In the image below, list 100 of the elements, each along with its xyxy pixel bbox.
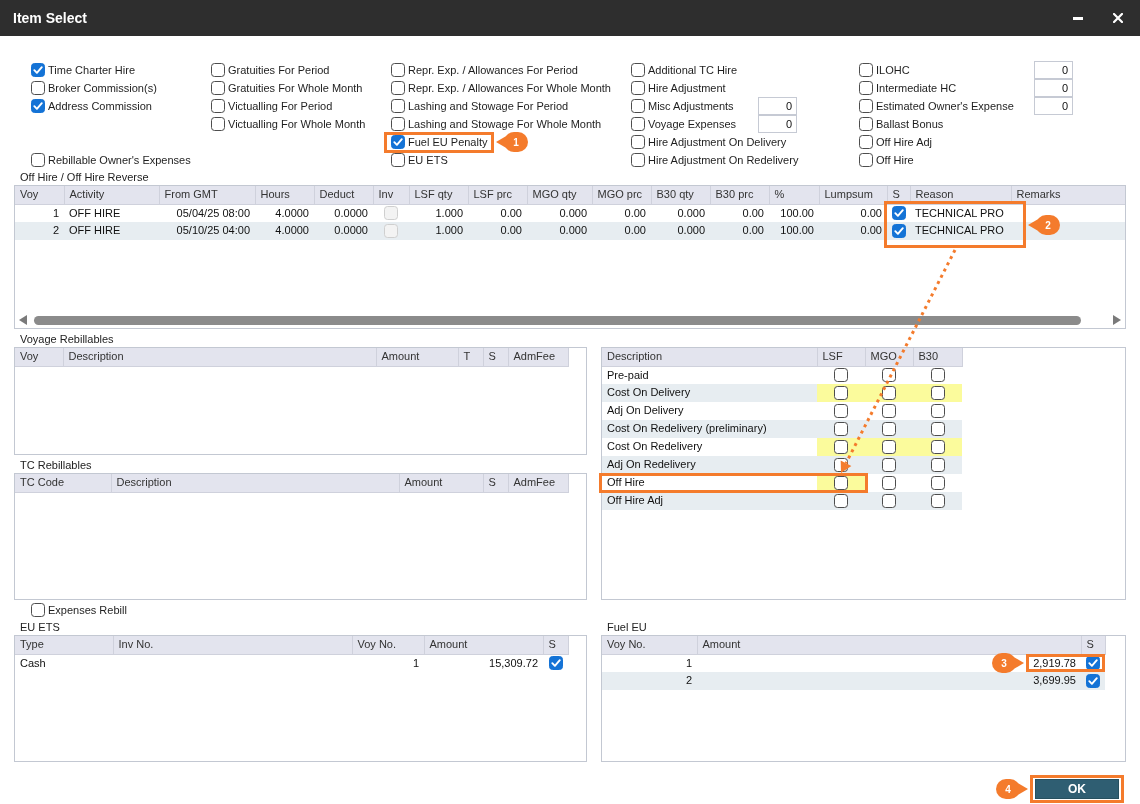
number-field[interactable]: 0 <box>758 97 797 115</box>
checkbox[interactable] <box>211 81 225 95</box>
table-cell: Cost On Redelivery <box>602 438 817 456</box>
column-header: B30 prc <box>710 186 769 204</box>
checkbox[interactable] <box>631 63 645 77</box>
table-cell: 0.0000 <box>314 222 373 240</box>
checkbox[interactable] <box>930 440 945 454</box>
ok-button[interactable]: OK <box>1035 779 1119 799</box>
scroll-left-icon[interactable] <box>19 315 27 325</box>
number-field[interactable]: 0 <box>758 115 797 133</box>
step-callout: 1 <box>496 131 529 153</box>
checkbox[interactable] <box>631 117 645 131</box>
checkbox[interactable] <box>859 135 873 149</box>
minimize-icon <box>1073 16 1083 20</box>
checkbox[interactable] <box>834 368 848 383</box>
checkbox[interactable] <box>859 153 873 167</box>
checkbox[interactable] <box>930 368 945 383</box>
checkbox-label: Rebillable Owner's Expenses <box>48 154 191 166</box>
checkbox[interactable] <box>31 99 45 113</box>
checkbox[interactable] <box>834 440 848 454</box>
checkbox[interactable] <box>930 476 945 490</box>
table-cell: 3,699.95 <box>1033 674 1076 687</box>
column-header: Inv No. <box>113 636 352 654</box>
checkbox[interactable] <box>548 656 563 671</box>
checkbox[interactable] <box>930 458 945 472</box>
scroll-right-icon[interactable] <box>1113 315 1121 325</box>
checkbox[interactable] <box>834 476 848 490</box>
checkbox[interactable] <box>930 404 945 418</box>
section-title: Fuel EU <box>606 620 648 635</box>
checkbox[interactable] <box>391 99 405 113</box>
checkbox[interactable] <box>859 63 873 77</box>
checkbox[interactable] <box>1086 674 1100 688</box>
checkbox[interactable] <box>859 117 873 131</box>
table-cell: Adj On Redelivery <box>602 456 817 474</box>
checkbox[interactable] <box>892 206 906 221</box>
checkbox-label: Misc Adjustments <box>648 100 734 112</box>
table-cell: 0.00 <box>592 222 651 240</box>
checkbox[interactable] <box>211 117 225 131</box>
checkbox[interactable] <box>859 81 873 95</box>
table-cell: 0.00 <box>819 222 887 240</box>
checkbox[interactable] <box>391 63 405 77</box>
column-header: LSF <box>817 348 865 366</box>
checkbox[interactable] <box>31 63 45 77</box>
column-header: LSF qty <box>409 186 468 204</box>
table-cell: 2 <box>15 222 64 240</box>
column-header: MGO <box>865 348 913 366</box>
checkbox[interactable] <box>930 422 945 436</box>
column-header: B30 <box>913 348 962 366</box>
checkbox[interactable] <box>882 422 896 436</box>
number-field[interactable]: 0 <box>1034 61 1073 79</box>
checkbox[interactable] <box>882 404 896 418</box>
checkbox[interactable] <box>834 386 848 400</box>
checkbox[interactable] <box>631 81 645 95</box>
column-header: MGO prc <box>592 186 651 204</box>
checkbox[interactable] <box>859 99 873 113</box>
checkbox-label: Repr. Exp. / Allowances For Period <box>408 64 578 76</box>
number-field[interactable]: 0 <box>1034 97 1073 115</box>
table-cell: 05/10/25 04:00 <box>159 222 255 240</box>
checkbox-label: ILOHC <box>876 64 910 76</box>
number-field[interactable]: 0 <box>1034 79 1073 97</box>
checkbox[interactable] <box>834 422 848 436</box>
checkbox[interactable] <box>631 153 645 167</box>
table-cell: TECHNICAL PRO <box>915 206 1004 219</box>
checkbox[interactable] <box>834 404 848 418</box>
checkbox[interactable] <box>391 153 405 167</box>
checkbox-label: Voyage Expenses <box>648 118 737 130</box>
column-header: Inv <box>373 186 409 204</box>
section-title: EU ETS <box>19 620 61 635</box>
checkbox[interactable] <box>882 368 896 383</box>
column-header: Remarks <box>1011 186 1125 204</box>
scrollbar-thumb[interactable] <box>34 315 1081 325</box>
checkbox[interactable] <box>882 386 896 400</box>
checkbox[interactable] <box>391 81 405 95</box>
checkbox-label: Estimated Owner's Expense <box>876 100 1014 112</box>
checkbox-label: Victualling For Whole Month <box>228 118 366 130</box>
checkbox[interactable] <box>882 458 896 472</box>
checkbox[interactable] <box>211 63 225 77</box>
checkbox[interactable] <box>930 386 945 400</box>
checkbox[interactable] <box>892 224 906 238</box>
column-header: Description <box>63 348 376 366</box>
section-title: Off Hire / Off Hire Reverse <box>19 170 150 185</box>
checkbox[interactable] <box>31 81 45 95</box>
checkbox-label: EU ETS <box>408 154 448 166</box>
checkbox[interactable] <box>391 135 405 149</box>
checkbox[interactable] <box>211 99 225 113</box>
checkbox[interactable] <box>882 476 896 490</box>
checkbox[interactable] <box>631 99 645 113</box>
column-header: TC Code <box>15 474 111 492</box>
checkbox[interactable] <box>882 440 896 454</box>
checkbox-label: Hire Adjustment On Delivery <box>648 136 787 148</box>
checkbox[interactable] <box>391 117 405 131</box>
checkbox[interactable] <box>834 494 848 508</box>
checkbox[interactable] <box>31 153 45 167</box>
table-cell: 1.000 <box>409 222 468 240</box>
checkbox[interactable] <box>930 494 945 508</box>
table-cell: Cost On Redelivery (preliminary) <box>602 420 817 438</box>
checkbox[interactable] <box>31 603 45 617</box>
checkbox[interactable] <box>631 135 645 149</box>
column-header: S <box>483 348 508 366</box>
checkbox[interactable] <box>882 494 896 508</box>
